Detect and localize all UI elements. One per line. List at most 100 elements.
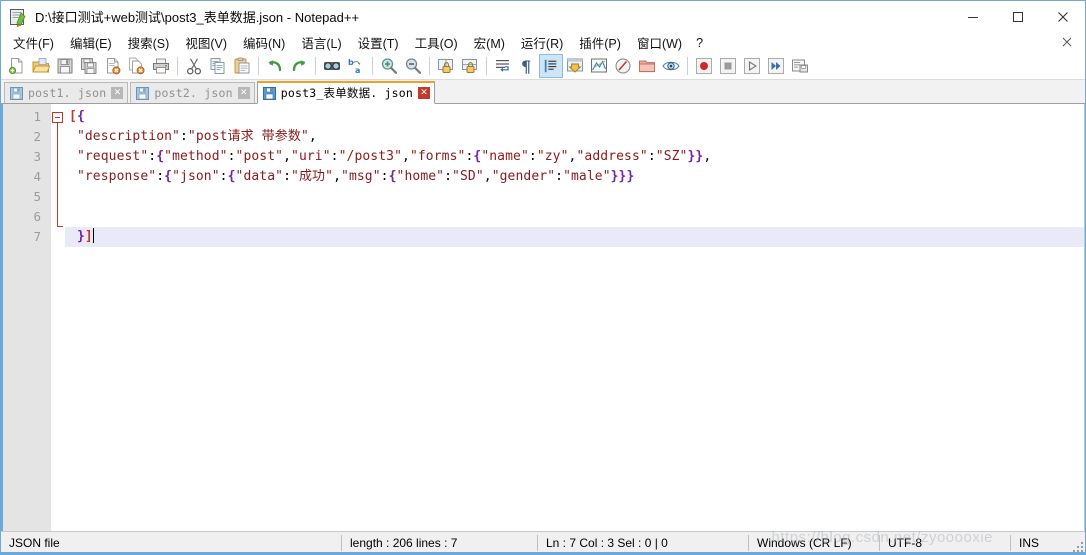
- menu-item-language[interactable]: 语言(L): [293, 31, 349, 54]
- window-title: D:\接口测试+web测试\post3_表单数据.json - Notepad+…: [35, 10, 360, 25]
- play-macro-multiple-icon[interactable]: [764, 54, 788, 78]
- code-token: "gender": [491, 169, 556, 184]
- menu-item-tools[interactable]: 工具(O): [407, 31, 466, 54]
- paste-icon[interactable]: [230, 54, 254, 78]
- code-token: "SZ": [655, 149, 688, 164]
- code-line-2[interactable]: "description":"post请求 带参数",: [65, 127, 1084, 147]
- redo-icon[interactable]: [287, 54, 311, 78]
- status-caret-position: Ln : 7 Col : 3 Sel : 0 | 0: [546, 536, 668, 550]
- find-icon[interactable]: [320, 54, 344, 78]
- code-token: "data": [235, 169, 284, 184]
- status-insert-mode[interactable]: INS: [1011, 532, 1069, 554]
- code-token: "request": [76, 149, 149, 164]
- word-wrap-icon[interactable]: [491, 54, 515, 78]
- code-line-7[interactable]: }]: [65, 227, 1084, 247]
- editor-area[interactable]: 1 2 3 4 5 6 7 [{ "description":"post请求 带…: [1, 104, 1085, 531]
- tab-post3-form-data-json[interactable]: post3_表单数据. json ✕: [256, 81, 436, 104]
- code-token: :: [380, 169, 389, 184]
- menu-item-help[interactable]: ?: [690, 34, 709, 52]
- record-macro-icon[interactable]: [692, 54, 716, 78]
- menu-item-plugins[interactable]: 插件(P): [571, 31, 629, 54]
- toolbar-separator: [429, 57, 430, 75]
- cut-icon[interactable]: [182, 54, 206, 78]
- close-icon[interactable]: ✕: [418, 87, 431, 99]
- svg-text:¶: ¶: [521, 57, 531, 75]
- monitoring-icon[interactable]: [659, 54, 683, 78]
- tab-label: post1. json: [28, 86, 107, 100]
- status-eol-format[interactable]: Windows (CR LF): [749, 532, 879, 554]
- tab-post2-json[interactable]: post2. json ✕: [130, 82, 255, 103]
- code-line-1[interactable]: [{: [65, 107, 1084, 127]
- show-all-characters-icon[interactable]: ¶: [515, 54, 539, 78]
- menu-item-settings[interactable]: 设置(T): [350, 31, 407, 54]
- fold-collapse-icon[interactable]: [52, 112, 63, 123]
- save-icon[interactable]: [53, 54, 77, 78]
- resize-grip[interactable]: [1071, 540, 1083, 552]
- print-icon[interactable]: [149, 54, 173, 78]
- document-map-icon[interactable]: [587, 54, 611, 78]
- code-token: "post请求 带参数": [187, 129, 309, 144]
- menu-item-macro[interactable]: 宏(M): [466, 31, 513, 54]
- close-icon[interactable]: ✕: [111, 87, 124, 99]
- maximize-button[interactable]: [995, 1, 1040, 32]
- code-token: {: [388, 169, 397, 184]
- code-token: "SD": [452, 169, 484, 184]
- code-token: {: [156, 149, 165, 164]
- code-token: :: [647, 149, 656, 164]
- code-line-5[interactable]: [65, 187, 1084, 207]
- code-token: {: [164, 169, 173, 184]
- status-encoding[interactable]: UTF-8: [880, 532, 1010, 554]
- zoom-out-icon[interactable]: [401, 54, 425, 78]
- menu-item-edit[interactable]: 编辑(E): [62, 31, 120, 54]
- indent-guide-icon[interactable]: [539, 54, 563, 78]
- save-macro-icon[interactable]: [788, 54, 812, 78]
- code-token: "uri": [291, 149, 331, 164]
- undo-icon[interactable]: [263, 54, 287, 78]
- play-macro-icon[interactable]: [740, 54, 764, 78]
- line-number: 5: [33, 189, 41, 204]
- menu-item-view[interactable]: 视图(V): [177, 31, 235, 54]
- function-list-icon[interactable]: [611, 54, 635, 78]
- code-token: "zy": [536, 149, 569, 164]
- svg-text:a: a: [355, 66, 360, 75]
- line-number: 6: [33, 209, 41, 224]
- tab-bar: post1. json ✕ post2. json ✕ post3_表单数据. …: [1, 80, 1085, 104]
- saved-file-icon: [10, 86, 23, 100]
- new-file-icon[interactable]: [5, 54, 29, 78]
- tab-post1-json[interactable]: post1. json ✕: [4, 82, 129, 103]
- stop-macro-icon[interactable]: [716, 54, 740, 78]
- code-token: {: [76, 109, 85, 124]
- menu-item-encoding[interactable]: 编码(N): [235, 31, 293, 54]
- minimize-button[interactable]: [950, 1, 995, 32]
- code-line-6[interactable]: [65, 207, 1084, 227]
- code-token: :: [528, 149, 537, 164]
- tab-label: post2. json: [154, 86, 233, 100]
- code-token: :: [219, 169, 228, 184]
- sync-horizontal-scroll-icon[interactable]: [458, 54, 482, 78]
- menu-item-search[interactable]: 搜索(S): [120, 31, 178, 54]
- copy-icon[interactable]: [206, 54, 230, 78]
- code-line-4[interactable]: "response":{"json":{"data":"成功","msg":{"…: [65, 167, 1084, 187]
- close-icon[interactable]: ✕: [237, 87, 250, 99]
- code-token: ,: [483, 169, 492, 184]
- close-all-files-icon[interactable]: [125, 54, 149, 78]
- open-folder-icon[interactable]: [29, 54, 53, 78]
- close-button[interactable]: [1040, 1, 1085, 32]
- code-token: ,: [308, 129, 317, 144]
- close-file-icon[interactable]: [101, 54, 125, 78]
- code-text[interactable]: [{ "description":"post请求 带参数", "request"…: [65, 104, 1084, 531]
- line-number: 7: [33, 229, 41, 244]
- folder-as-workspace-icon[interactable]: [635, 54, 659, 78]
- sync-vertical-scroll-icon[interactable]: [434, 54, 458, 78]
- code-folding-margin[interactable]: [51, 104, 65, 531]
- menu-item-window[interactable]: 窗口(W): [629, 31, 690, 54]
- zoom-in-icon[interactable]: [377, 54, 401, 78]
- replace-icon[interactable]: b a: [344, 54, 368, 78]
- save-all-icon[interactable]: [77, 54, 101, 78]
- user-defined-dialog-icon[interactable]: [563, 54, 587, 78]
- menu-item-file[interactable]: 文件(F): [5, 31, 62, 54]
- document-close-icon[interactable]: [1059, 34, 1075, 50]
- menu-item-run[interactable]: 运行(R): [513, 31, 571, 54]
- code-line-3[interactable]: "request":{"method":"post","uri":"/post3…: [65, 147, 1084, 167]
